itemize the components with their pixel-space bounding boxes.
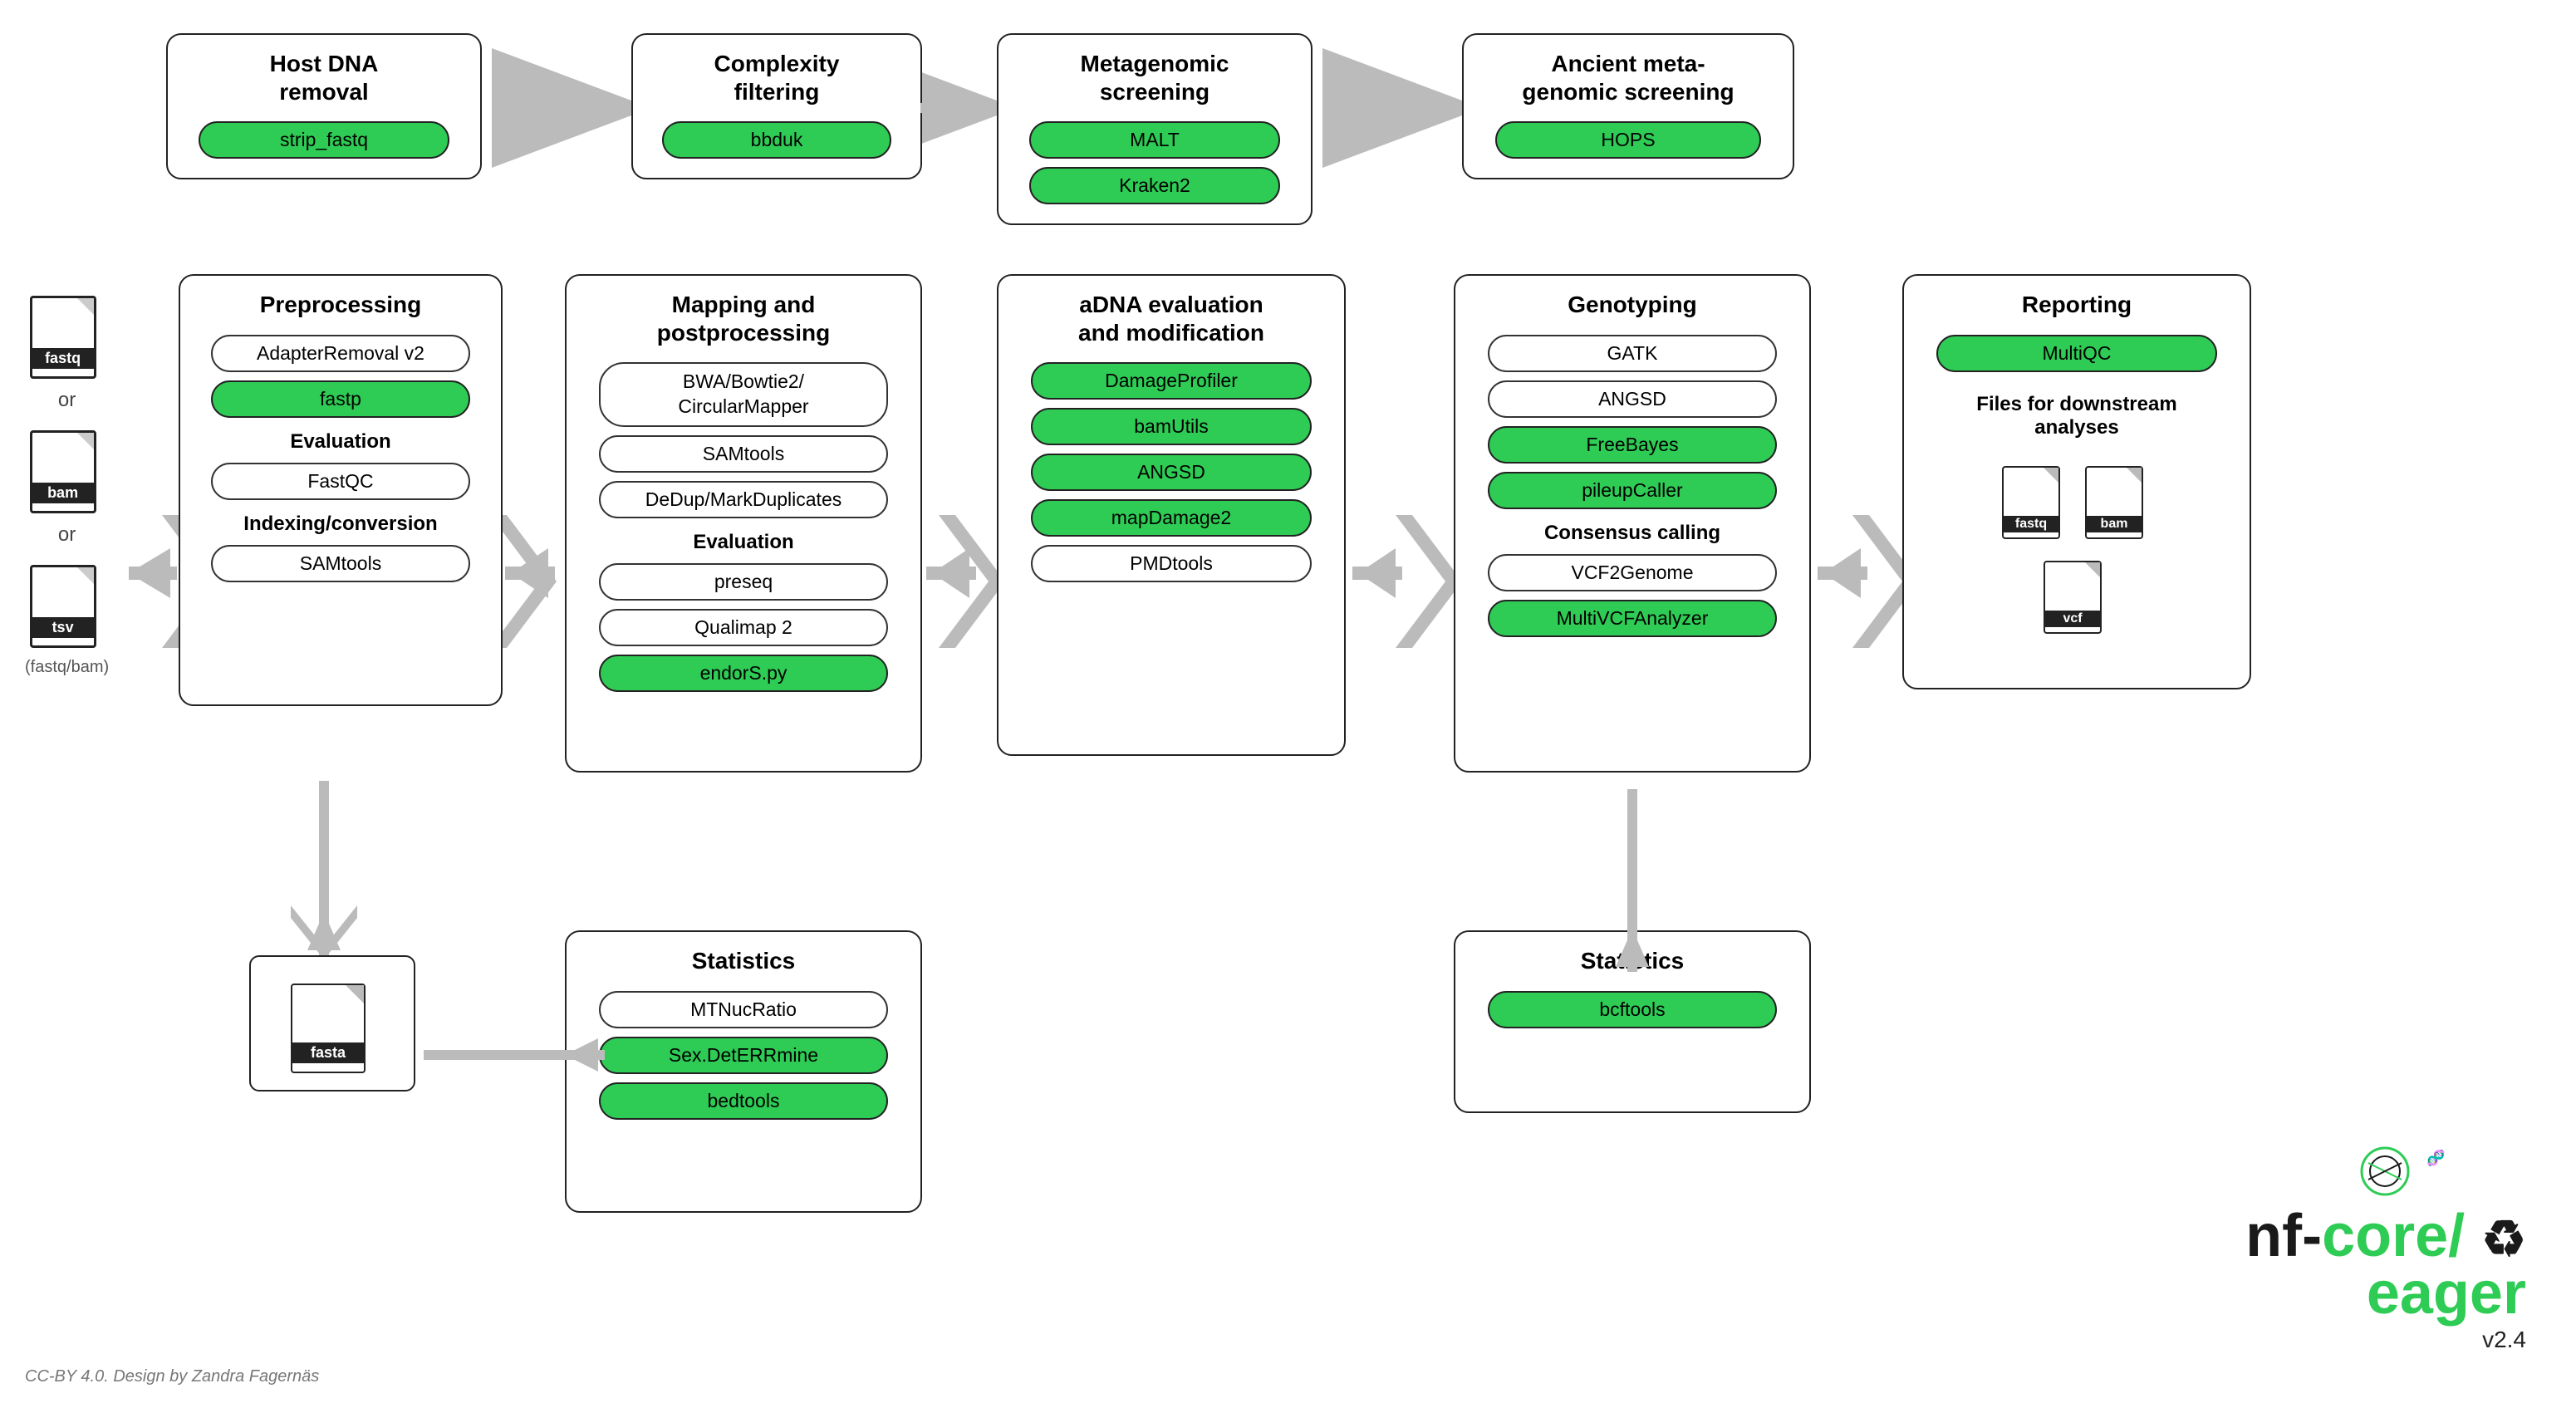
- tsv-label: tsv: [30, 617, 96, 638]
- ancient-title: Ancient meta- genomic screening: [1522, 50, 1734, 105]
- malt-pill: MALT: [1029, 121, 1280, 159]
- bcftools-pill: bcftools: [1488, 991, 1776, 1028]
- mapping-title: Mapping and postprocessing: [657, 291, 830, 346]
- sex-det-pill: Sex.DetERRmine: [599, 1037, 887, 1074]
- gatk-pill: GATK: [1488, 335, 1776, 372]
- input-area: fastq or bam or tsv (fastq/bam): [25, 282, 109, 677]
- statistics-left-box: Statistics MTNucRatio Sex.DetERRmine bed…: [565, 930, 922, 1213]
- host-dna-box: Host DNA removal strip_fastq: [166, 33, 482, 179]
- preseq-pill: preseq: [599, 563, 887, 601]
- ancient-box: Ancient meta- genomic screening HOPS: [1462, 33, 1794, 179]
- eager-text: eager: [2245, 1265, 2526, 1322]
- strip-fastq-pill: strip_fastq: [199, 121, 449, 159]
- logo-decoration: 🧬: [2360, 1138, 2526, 1204]
- multivcf-pill: MultiVCFAnalyzer: [1488, 600, 1776, 637]
- or-text-1: or: [58, 389, 76, 412]
- adna-box: aDNA evaluation and modification DamageP…: [997, 274, 1346, 756]
- pileupcaller-pill: pileupCaller: [1488, 472, 1776, 509]
- genotyping-title: Genotyping: [1568, 291, 1697, 319]
- complexity-title: Complexity filtering: [714, 50, 840, 105]
- reporting-title: Reporting: [2022, 291, 2132, 319]
- svg-text:🧬: 🧬: [2426, 1149, 2445, 1167]
- pmdtools-pill: PMDtools: [1031, 545, 1312, 582]
- main-container: Host DNA removal strip_fastq Complexity …: [0, 0, 2576, 1403]
- output-bam-label: bam: [2085, 516, 2143, 532]
- angsd-genotyping-pill: ANGSD: [1488, 380, 1776, 418]
- kraken2-pill: Kraken2: [1029, 167, 1280, 204]
- cc-text: CC-BY 4.0. Design by Zandra Fagernäs: [25, 1367, 319, 1386]
- fasta-label: fasta: [291, 1042, 366, 1063]
- bam-label: bam: [30, 483, 96, 503]
- logo-text: nf-core/ ♻: [2245, 1208, 2526, 1264]
- statistics-left-title: Statistics: [692, 947, 796, 975]
- bedtools-pill: bedtools: [599, 1082, 887, 1120]
- mtnucratio-pill: MTNucRatio: [599, 991, 887, 1028]
- or-text-2: or: [58, 523, 76, 547]
- damage-profiler-pill: DamageProfiler: [1031, 362, 1312, 400]
- input-subtext: (fastq/bam): [25, 658, 109, 677]
- samtools-mapping-pill: SAMtools: [599, 435, 887, 473]
- mapdamage-pill: mapDamage2: [1031, 499, 1312, 537]
- hops-pill: HOPS: [1495, 121, 1761, 159]
- fastq-file-icon: fastq: [30, 287, 105, 379]
- metagenomic-title: Metagenomic screening: [1081, 50, 1229, 105]
- version-text: v2.4: [2245, 1327, 2526, 1353]
- consensus-title: Consensus calling: [1544, 522, 1720, 545]
- bwa-pill: BWA/Bowtie2/ CircularMapper: [599, 362, 887, 427]
- bamutils-pill: bamUtils: [1031, 408, 1312, 445]
- bbduk-pill: bbduk: [662, 121, 891, 159]
- preprocessing-title: Preprocessing: [260, 291, 422, 319]
- statistics-right-title: Statistics: [1581, 947, 1685, 975]
- samtools-preprocessing-pill: SAMtools: [211, 545, 469, 582]
- freebaye-pill: FreeBayes: [1488, 426, 1776, 464]
- adna-title: aDNA evaluation and modification: [1078, 291, 1264, 346]
- multiqc-pill: MultiQC: [1936, 335, 2217, 372]
- statistics-right-box: Statistics bcftools: [1454, 930, 1811, 1113]
- bam-file-icon: bam: [30, 422, 105, 513]
- complexity-box: Complexity filtering bbduk: [631, 33, 922, 179]
- output-vcf-label: vcf: [2044, 611, 2102, 627]
- genotyping-box: Genotyping GATK ANGSD FreeBayes pileupCa…: [1454, 274, 1811, 773]
- output-fastq-label: fastq: [2002, 516, 2060, 532]
- metagenomic-box: Metagenomic screening MALT Kraken2: [997, 33, 1313, 225]
- fastqc-pill: FastQC: [211, 463, 469, 500]
- fasta-area: fasta: [249, 955, 415, 1091]
- mapping-box: Mapping and postprocessing BWA/Bowtie2/ …: [565, 274, 922, 773]
- logo-area: 🧬 nf-core/ ♻ eager v2.4: [2245, 1138, 2526, 1353]
- host-dna-title: Host DNA removal: [270, 50, 379, 105]
- adapterremoval-pill: AdapterRemoval v2: [211, 335, 469, 372]
- recycle-icon: ♻: [2481, 1211, 2526, 1267]
- dedup-pill: DeDup/MarkDuplicates: [599, 481, 887, 518]
- fastq-label: fastq: [30, 348, 96, 369]
- tsv-file-icon: tsv: [30, 557, 105, 648]
- fastp-pill: fastp: [211, 380, 469, 418]
- angsd-adna-pill: ANGSD: [1031, 454, 1312, 491]
- preprocessing-box: Preprocessing AdapterRemoval v2 fastp Ev…: [179, 274, 503, 706]
- evaluation-title-1: Evaluation: [290, 430, 390, 454]
- vcf2genome-pill: VCF2Genome: [1488, 554, 1776, 591]
- endors-pill: endorS.py: [599, 655, 887, 692]
- downstream-title: Files for downstream analyses: [1976, 393, 2176, 439]
- indexing-title: Indexing/conversion: [243, 513, 437, 536]
- qualimap-pill: Qualimap 2: [599, 609, 887, 646]
- nf-text: nf-: [2245, 1203, 2322, 1269]
- evaluation-title-2: Evaluation: [693, 531, 793, 554]
- reporting-box: Reporting MultiQC Files for downstream a…: [1902, 274, 2251, 689]
